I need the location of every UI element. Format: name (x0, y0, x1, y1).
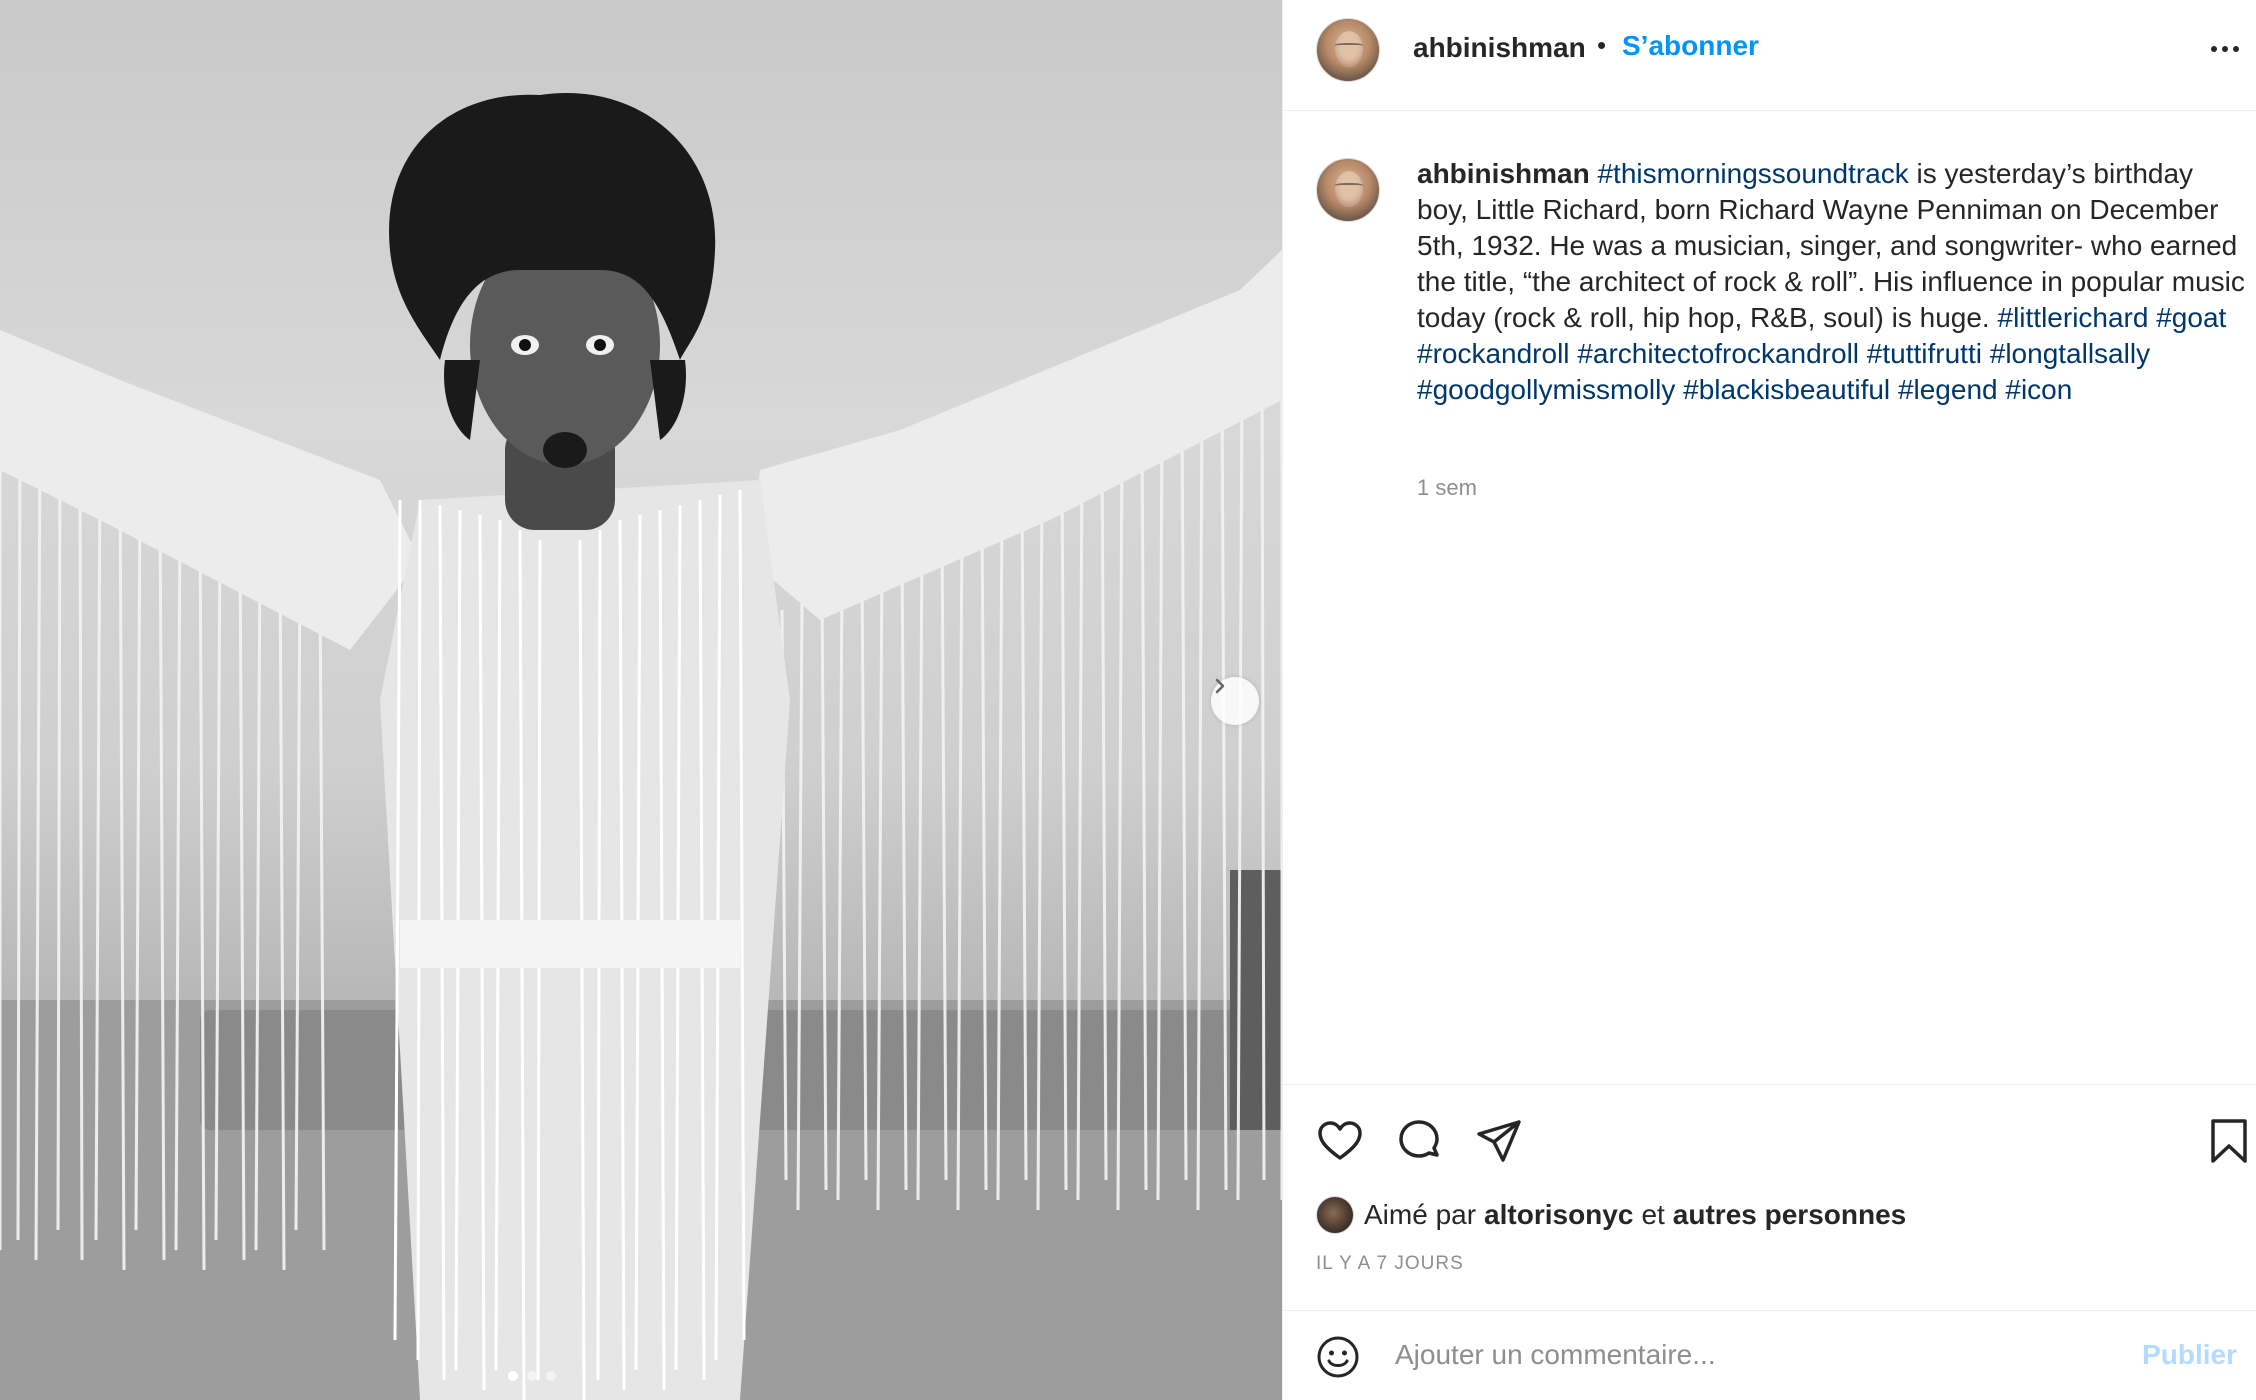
post-photo-illustration (0, 92, 1282, 1400)
header-separator: • (1597, 30, 1607, 60)
author-avatar[interactable] (1316, 18, 1380, 82)
liker-username[interactable]: altorisonyc (1484, 1199, 1633, 1231)
hashtag-link[interactable]: #goat (2156, 302, 2226, 333)
caption-text: ahbinishman #thismorningssoundtrack is y… (1417, 156, 2247, 408)
author-username[interactable]: ahbinishman (1413, 32, 1586, 64)
post-date[interactable]: IL Y A 7 JOURS (1316, 1253, 1464, 1275)
hashtag-link[interactable]: #legend (1898, 374, 1998, 405)
hashtag-link[interactable]: #icon (2005, 374, 2072, 405)
carousel-dot (508, 1371, 518, 1381)
carousel-dot (527, 1371, 537, 1381)
hashtag-link[interactable]: #littlerichard (1998, 302, 2149, 333)
caption-time-ago[interactable]: 1 sem (1417, 475, 1477, 501)
chevron-right-icon (1215, 678, 1225, 694)
comment-input[interactable] (1395, 1335, 2095, 1375)
hashtag-link[interactable]: #goodgollymissmolly (1417, 374, 1675, 405)
carousel-next-button[interactable] (1211, 677, 1259, 725)
liker-avatar[interactable] (1316, 1196, 1354, 1234)
post-actions: Aimé par altorisonyc et autres personnes… (1283, 1084, 2256, 1310)
post-side-panel: ahbinishman • S’abonner ahbinishman #thi… (1282, 0, 2256, 1400)
publish-button[interactable]: Publier (2142, 1339, 2237, 1371)
hashtag-link[interactable]: #longtallsally (1990, 338, 2150, 369)
comment-bar: Publier (1283, 1310, 2256, 1400)
post-header: ahbinishman • S’abonner (1283, 0, 2256, 111)
likes-prefix: Aimé par (1364, 1199, 1477, 1230)
hashtag-link[interactable]: #rockandroll (1417, 338, 1570, 369)
hashtag-link[interactable]: #thismorningssoundtrack (1597, 158, 1908, 189)
carousel-indicators (508, 1371, 556, 1381)
comment-icon[interactable] (1395, 1117, 1443, 1170)
follow-button[interactable]: S’abonner (1622, 30, 1759, 62)
hashtag-link[interactable]: #blackisbeautiful (1683, 374, 1890, 405)
likes-summary: Aimé par altorisonyc et autres personnes (1316, 1195, 1906, 1235)
emoji-icon[interactable] (1316, 1335, 1360, 1384)
heart-icon[interactable] (1316, 1117, 1364, 1170)
share-icon[interactable] (1475, 1117, 1523, 1170)
likes-conjunction: et (1641, 1199, 1665, 1230)
post-image[interactable] (0, 0, 1282, 1400)
bookmark-icon[interactable] (2207, 1117, 2251, 1170)
more-options-icon[interactable] (2205, 34, 2245, 64)
likes-others-link[interactable]: autres personnes (1673, 1199, 1906, 1231)
hashtag-link[interactable]: #tuttifrutti (1867, 338, 1982, 369)
caption-username[interactable]: ahbinishman (1417, 158, 1590, 189)
carousel-dot (546, 1371, 556, 1381)
hashtag-link[interactable]: #architectofrockandroll (1577, 338, 1859, 369)
caption-author-avatar[interactable] (1316, 158, 1380, 222)
